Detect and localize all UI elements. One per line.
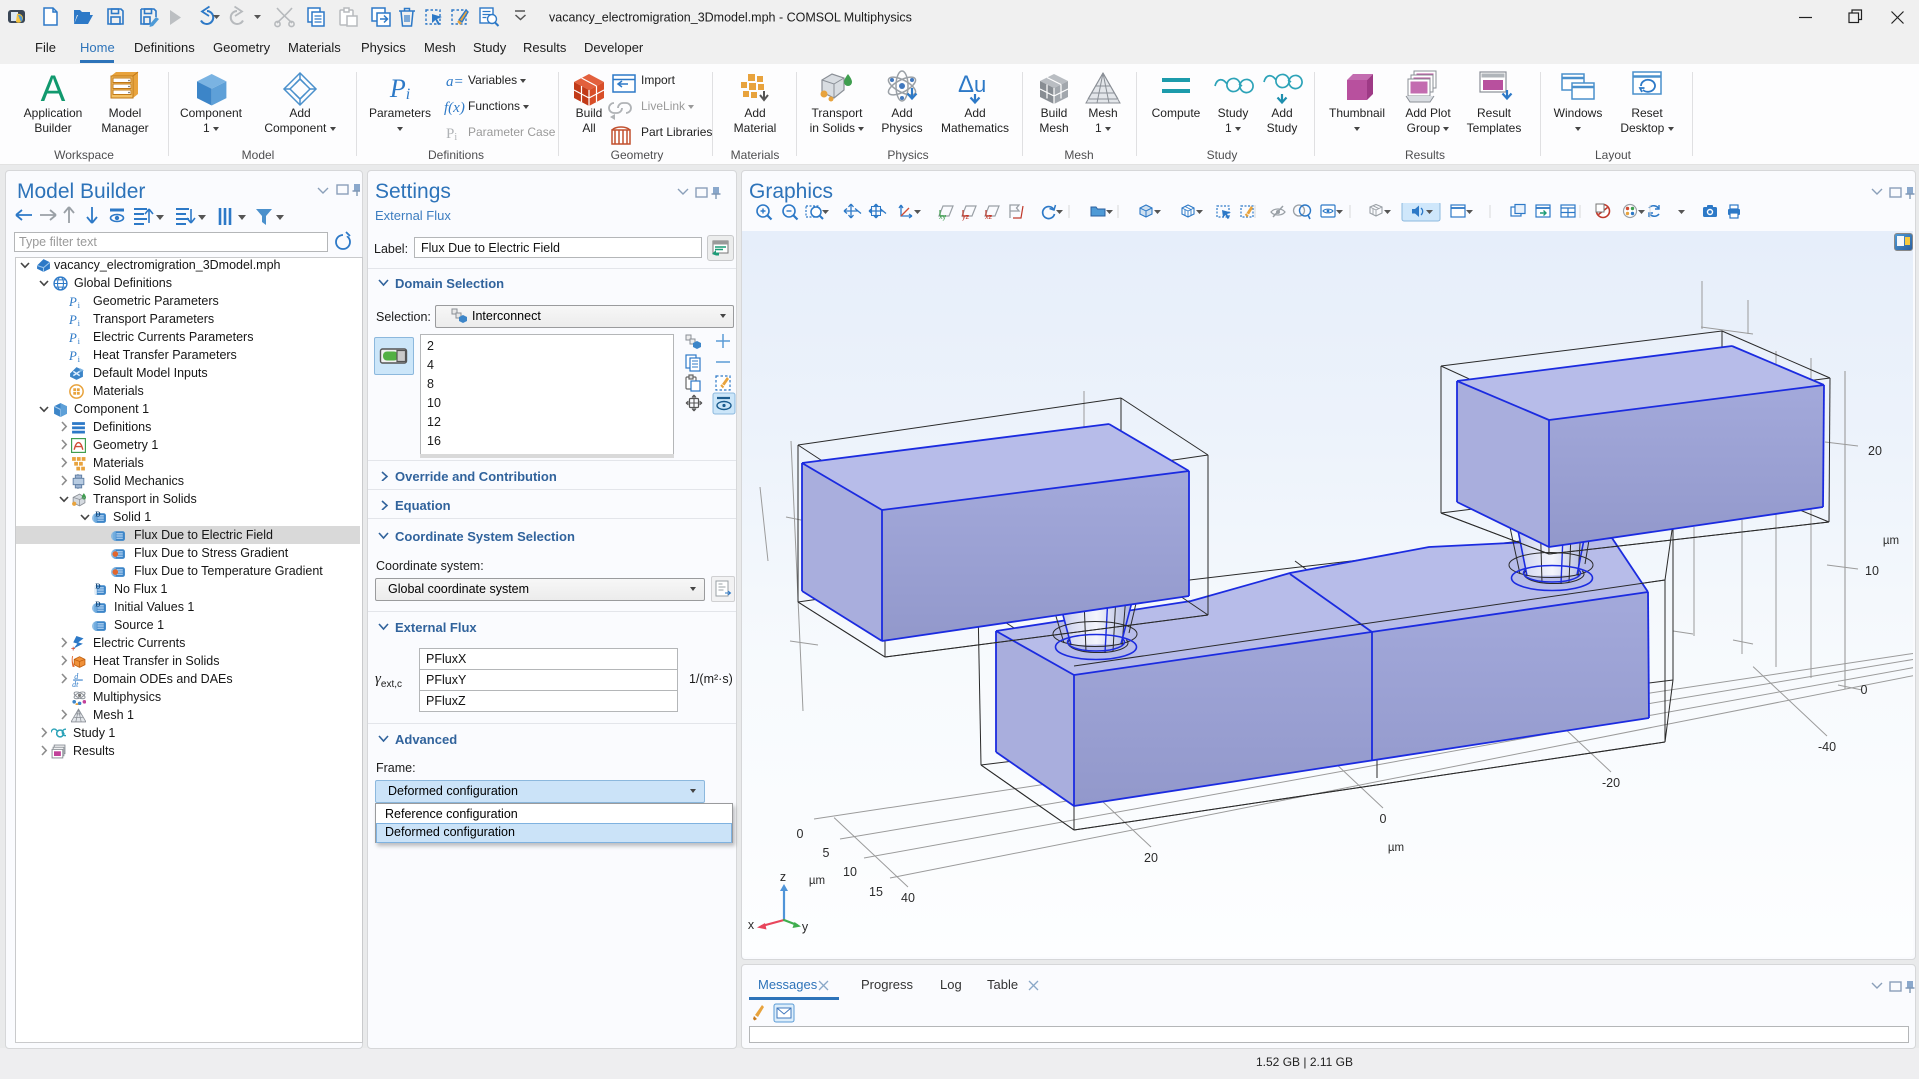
svg-text:0: 0: [1861, 683, 1868, 697]
svg-text:20: 20: [1868, 444, 1882, 458]
svg-text:P: P: [69, 295, 77, 309]
svg-text:-20: -20: [1602, 776, 1620, 790]
svg-text:+: +: [71, 644, 76, 651]
svg-text:5: 5: [823, 846, 830, 860]
svg-text:z: z: [780, 870, 786, 884]
svg-text:vacancy_electromigration_3Dmod: vacancy_electromigration_3Dmodel.mph - C…: [549, 11, 912, 25]
svg-text:µm: µm: [809, 875, 825, 887]
svg-text:0: 0: [797, 827, 804, 841]
svg-text:µm: µm: [1388, 842, 1404, 854]
svg-text:Pi: Pi: [389, 74, 410, 103]
svg-text:10: 10: [843, 865, 857, 879]
svg-text:i: i: [78, 336, 81, 345]
svg-text:20: 20: [1144, 851, 1158, 865]
svg-text:0: 0: [1380, 812, 1387, 826]
svg-text:P: P: [69, 349, 77, 363]
svg-text:D: D: [95, 600, 101, 608]
svg-text:10: 10: [1865, 564, 1879, 578]
svg-text:a=: a=: [446, 74, 464, 90]
svg-text:_: _: [80, 643, 86, 651]
svg-text:D: D: [95, 510, 101, 518]
svg-text:x: x: [748, 918, 755, 932]
svg-text:Δu: Δu: [958, 71, 986, 98]
svg-text:P: P: [69, 313, 77, 327]
svg-text:Pi: Pi: [446, 126, 457, 143]
svg-text:i: i: [78, 300, 81, 309]
svg-text:y: y: [802, 920, 809, 934]
svg-text:40: 40: [901, 891, 915, 905]
svg-text:i: i: [78, 354, 81, 363]
svg-text:P: P: [69, 331, 77, 345]
svg-text:A: A: [41, 68, 66, 109]
svg-text:D: D: [95, 582, 101, 590]
svg-text:dt: dt: [72, 680, 79, 687]
svg-text:µm: µm: [1883, 535, 1899, 547]
svg-text:f(x): f(x): [444, 100, 465, 116]
svg-text:-40: -40: [1818, 740, 1836, 754]
svg-text:15: 15: [869, 885, 883, 899]
svg-text:i: i: [78, 318, 81, 327]
